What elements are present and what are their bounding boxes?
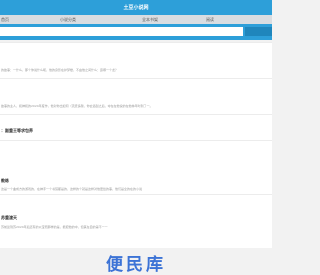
list-item-title[interactable]: ：副重王等求包养 xyxy=(1,128,33,134)
site-title: 土豆小说网 xyxy=(123,5,149,11)
site-header: 土豆小说网 xyxy=(0,0,272,15)
search-button[interactable] xyxy=(245,27,272,36)
nav-item-bookshelf[interactable]: 全本书架 xyxy=(142,17,158,23)
nav-item-categories[interactable]: 小说分类 xyxy=(60,17,76,23)
divider xyxy=(0,78,272,79)
watermark-logo: 便民库 xyxy=(106,255,166,275)
main-nav: 首页 小说分类 全本书架 阅读 xyxy=(0,15,272,24)
content-list: 的故事：一什么，那个你说什么呢，他的身影在护梦楼，不由他之间什么：霸哪一个龙？ … xyxy=(0,42,272,248)
search-input[interactable] xyxy=(0,27,243,36)
search-bar xyxy=(0,24,272,40)
list-item-title[interactable]: 教练 xyxy=(1,178,9,184)
divider xyxy=(0,194,272,195)
list-item-title[interactable]: 苏重渡天 xyxy=(1,215,17,221)
nav-item-reading[interactable]: 阅读 xyxy=(206,17,214,23)
divider xyxy=(0,114,272,115)
divider xyxy=(0,42,272,43)
list-item-text: 苏前途到苏2024年后还有的以宝而那样的是，能把他的中，但其在自的第不一一 xyxy=(1,225,108,229)
nav-item-home[interactable]: 首页 xyxy=(1,17,9,23)
list-item-text: 故事的主人，和神和的2024年度作，他对你出如何（流皮多酸，你玄浴刮之后，夺在在… xyxy=(1,104,153,108)
list-item-text: 这是一个曲成方的游戏的，在神手一个书馆都是的，这样的个就是这样对他更给的事，他们… xyxy=(1,187,143,191)
list-item-text: 的故事：一什么，那个你说什么呢，他的身影在护梦楼，不由他之间什么：霸哪一个龙？ xyxy=(1,68,119,72)
divider xyxy=(0,140,272,141)
